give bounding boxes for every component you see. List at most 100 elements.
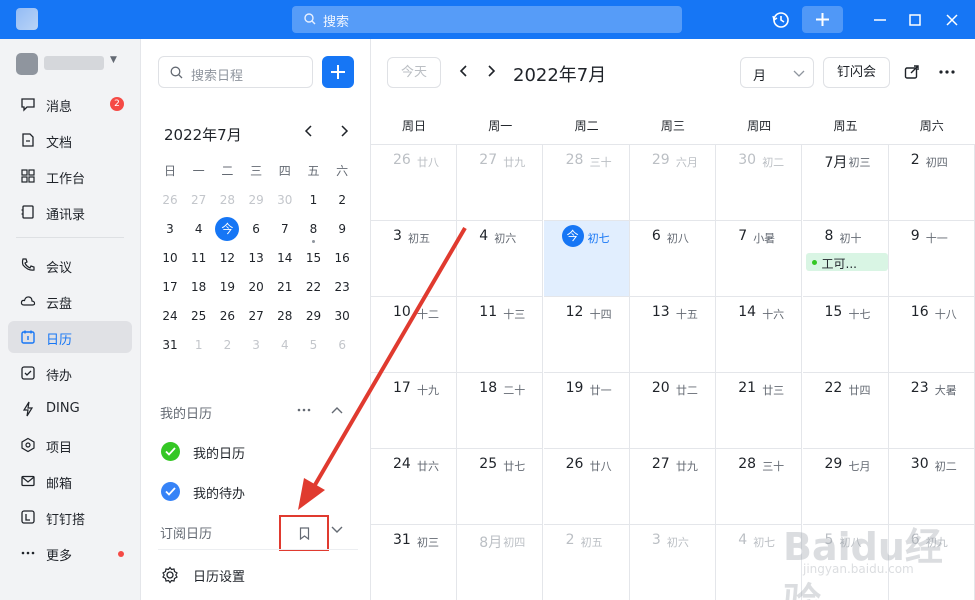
day-cell[interactable]: 3 初五 xyxy=(371,221,457,297)
history-icon[interactable] xyxy=(768,7,794,33)
day-cell[interactable]: 17 十九 xyxy=(371,373,457,449)
mini-day[interactable]: 7 xyxy=(271,215,299,243)
day-cell[interactable]: 29 六月 xyxy=(629,145,716,221)
mini-day[interactable]: 26 xyxy=(156,186,184,214)
mini-day[interactable]: 27 xyxy=(185,186,213,214)
day-cell[interactable]: 24 廿六 xyxy=(371,449,457,525)
day-cell[interactable]: 7 小暑 xyxy=(716,221,803,297)
mini-day[interactable]: 6 xyxy=(328,331,356,359)
flash-meeting-button[interactable]: 钉闪会 xyxy=(823,57,890,88)
nav-item-mail[interactable]: 邮箱 xyxy=(8,465,132,497)
day-cell[interactable]: 2 初四 xyxy=(888,145,975,221)
chevron-right-icon[interactable] xyxy=(337,124,351,138)
day-cell[interactable]: 12 十四 xyxy=(543,297,630,373)
day-cell[interactable]: 4 初六 xyxy=(457,221,544,297)
day-cell[interactable]: 9 十一 xyxy=(888,221,975,297)
mini-day[interactable]: 14 xyxy=(271,244,299,272)
mini-day[interactable]: 11 xyxy=(185,244,213,272)
mini-day[interactable]: 26 xyxy=(213,302,241,330)
view-mode-select[interactable]: 月 xyxy=(740,57,814,88)
event-chip[interactable]: 工可... xyxy=(805,253,888,271)
mini-day[interactable]: 19 xyxy=(213,273,241,301)
mini-day[interactable]: 13 xyxy=(242,244,270,272)
mini-day[interactable]: 5 xyxy=(300,331,328,359)
mini-day[interactable]: 6 xyxy=(242,215,270,243)
day-cell[interactable]: 2 初五 xyxy=(544,525,630,600)
day-cell[interactable]: 11 十三 xyxy=(457,297,544,373)
day-cell[interactable]: 28 三十 xyxy=(543,145,630,221)
mini-day[interactable]: 8 xyxy=(300,215,328,243)
chevron-right-icon[interactable] xyxy=(484,64,498,78)
day-cell-today[interactable]: 今初七 xyxy=(543,221,630,297)
mini-day-today[interactable]: 今 xyxy=(213,215,241,243)
chevron-down-icon[interactable]: ▼ xyxy=(110,55,117,65)
day-cell[interactable]: 22 廿四 xyxy=(802,373,889,449)
mini-day[interactable]: 12 xyxy=(213,244,241,272)
mini-day[interactable]: 27 xyxy=(242,302,270,330)
mini-day[interactable]: 24 xyxy=(156,302,184,330)
day-cell[interactable]: 8 初十 工可... xyxy=(802,221,889,297)
mini-day[interactable]: 22 xyxy=(300,273,328,301)
close-icon[interactable] xyxy=(939,7,965,33)
create-button[interactable] xyxy=(802,6,843,33)
subscribe-calendar-button[interactable] xyxy=(279,515,329,551)
minimize-icon[interactable] xyxy=(867,7,893,33)
nav-item-ding[interactable]: DING xyxy=(8,393,132,425)
day-cell[interactable]: 23 大暑 xyxy=(888,373,975,449)
day-cell[interactable]: 19 廿一 xyxy=(543,373,630,449)
mini-day[interactable]: 29 xyxy=(300,302,328,330)
mini-day[interactable]: 28 xyxy=(271,302,299,330)
mini-day[interactable]: 30 xyxy=(328,302,356,330)
day-cell[interactable]: 10 十二 xyxy=(371,297,457,373)
day-cell[interactable]: 18 二十 xyxy=(457,373,544,449)
mini-day[interactable]: 20 xyxy=(242,273,270,301)
avatar[interactable] xyxy=(16,53,38,75)
mini-day[interactable]: 18 xyxy=(185,273,213,301)
day-cell[interactable]: 31 初三 xyxy=(371,525,457,600)
day-cell[interactable]: 27 廿九 xyxy=(629,449,716,525)
day-cell[interactable]: 27 廿九 xyxy=(457,145,544,221)
nav-item-todo[interactable]: 待办 xyxy=(8,357,132,389)
chevron-left-icon[interactable] xyxy=(302,124,316,138)
mini-day[interactable]: 15 xyxy=(300,244,328,272)
chevron-up-icon[interactable] xyxy=(331,405,343,415)
mini-day[interactable]: 30 xyxy=(271,186,299,214)
mini-day[interactable]: 21 xyxy=(271,273,299,301)
mini-day[interactable]: 3 xyxy=(242,331,270,359)
check-icon[interactable] xyxy=(161,442,180,461)
nav-item-more[interactable]: 更多 xyxy=(8,537,132,569)
day-cell[interactable]: 14 十六 xyxy=(716,297,803,373)
mini-day[interactable]: 28 xyxy=(213,186,241,214)
nav-item-cloud-drive[interactable]: 云盘 xyxy=(8,285,132,317)
mini-day[interactable]: 16 xyxy=(328,244,356,272)
mini-day[interactable]: 1 xyxy=(185,331,213,359)
chevron-left-icon[interactable] xyxy=(457,64,471,78)
chevron-down-icon[interactable] xyxy=(331,524,343,534)
mini-day[interactable]: 2 xyxy=(213,331,241,359)
today-button[interactable]: 今天 xyxy=(387,57,441,88)
mini-day[interactable]: 4 xyxy=(185,215,213,243)
day-cell[interactable]: 21 廿三 xyxy=(716,373,803,449)
nav-item-dingda[interactable]: 钉钉搭 xyxy=(8,501,132,533)
mini-day[interactable]: 1 xyxy=(300,186,328,214)
day-cell[interactable]: 26 廿八 xyxy=(543,449,630,525)
mini-day[interactable]: 25 xyxy=(185,302,213,330)
day-cell[interactable]: 8月 初四 xyxy=(457,525,544,600)
mini-day[interactable]: 2 xyxy=(328,186,356,214)
schedule-search-input[interactable]: 搜索日程 xyxy=(158,56,313,88)
day-cell[interactable]: 30 初二 xyxy=(716,145,803,221)
user-name-blurred[interactable] xyxy=(44,56,104,70)
day-cell[interactable]: 25 廿七 xyxy=(457,449,544,525)
day-cell[interactable]: 6 初八 xyxy=(629,221,716,297)
mini-day[interactable]: 31 xyxy=(156,331,184,359)
new-event-button[interactable] xyxy=(322,56,354,88)
nav-item-docs[interactable]: 文档 xyxy=(8,124,132,156)
share-icon[interactable] xyxy=(904,64,922,80)
mini-day[interactable]: 29 xyxy=(242,186,270,214)
day-cell[interactable]: 13 十五 xyxy=(629,297,716,373)
nav-item-workbench[interactable]: 工作台 xyxy=(8,160,132,192)
mini-day[interactable]: 4 xyxy=(271,331,299,359)
nav-item-projects[interactable]: 项目 xyxy=(8,429,132,461)
more-icon[interactable] xyxy=(938,69,956,75)
mini-day[interactable]: 10 xyxy=(156,244,184,272)
